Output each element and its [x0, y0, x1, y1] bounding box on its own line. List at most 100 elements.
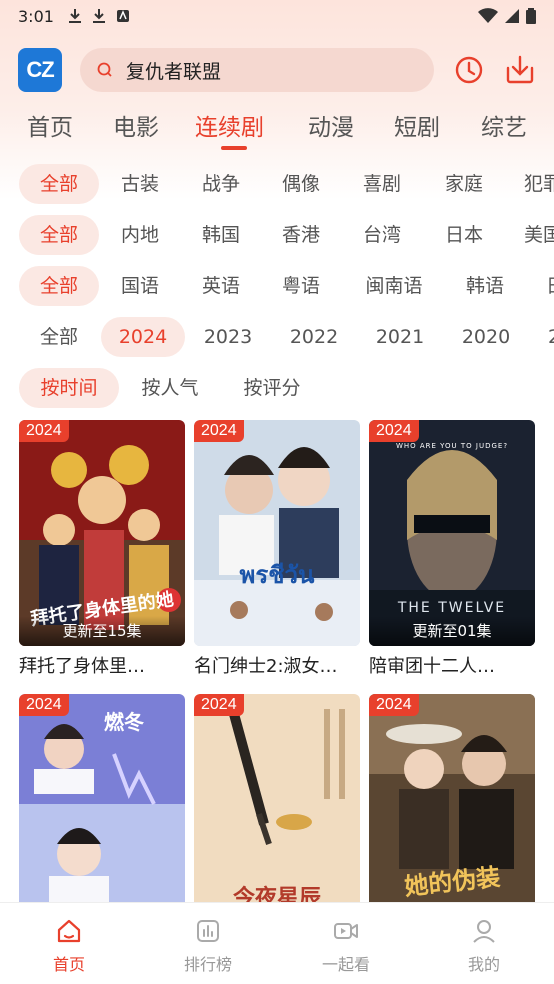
sort-filter-row: 按时间 按人气 按评分	[0, 368, 554, 408]
year-chip[interactable]: 2022	[282, 317, 346, 357]
tab-series[interactable]: 连续剧	[195, 108, 264, 142]
region-chip[interactable]: 全部	[19, 215, 99, 255]
series-title[interactable]: 拜托了身体里…	[19, 652, 185, 678]
tab-home[interactable]: 首页	[27, 108, 73, 142]
download-notification-icon	[68, 9, 81, 23]
year-filter-row: 全部 2024 2023 2022 2021 2020 2	[0, 317, 554, 357]
poster[interactable]: พรชีวัน 2024	[194, 420, 360, 646]
tab-movies[interactable]: 电影	[113, 108, 159, 142]
nav-ranking-label: 排行榜	[183, 955, 232, 974]
home-icon	[57, 919, 81, 943]
status-bar: 3:01	[0, 0, 554, 32]
poster-title: พรชีวัน	[239, 561, 315, 589]
system-icons	[478, 8, 536, 24]
search-bar[interactable]: 复仇者联盟	[80, 48, 434, 92]
category-tabs: 首页 电影 连续剧 动漫 短剧 综艺	[0, 104, 554, 154]
series-card[interactable]: 拜托了身体里的她 2024 更新至15集 拜托了身体里…	[19, 420, 185, 678]
series-card[interactable]: 今夜星辰 2024	[194, 694, 360, 920]
region-chip[interactable]: 台湾	[352, 215, 412, 255]
battery-icon	[526, 8, 536, 24]
poster[interactable]: 燃冬 2024	[19, 694, 185, 920]
nav-home[interactable]: 首页	[19, 917, 119, 975]
genre-chip[interactable]: 战争	[191, 164, 251, 204]
year-badge: 2024	[194, 694, 244, 716]
language-chip[interactable]: 韩语	[455, 266, 515, 306]
genre-filter-row: 全部 古装 战争 偶像 喜剧 家庭 犯罪	[0, 164, 554, 204]
region-chip[interactable]: 美国	[515, 215, 554, 255]
series-card[interactable]: 她的伪装 2024	[369, 694, 535, 920]
region-chip[interactable]: 内地	[110, 215, 170, 255]
series-card[interactable]: 燃冬 2024	[19, 694, 185, 920]
year-badge: 2024	[369, 694, 419, 716]
notification-icons	[68, 8, 130, 24]
poster-tagline: WHO ARE YOU TO JUDGE?	[395, 442, 509, 450]
poster[interactable]: 拜托了身体里的她 2024 更新至15集	[19, 420, 185, 646]
genre-chip[interactable]: 全部	[19, 164, 99, 204]
nav-ranking[interactable]: 排行榜	[158, 917, 258, 975]
search-icon	[97, 62, 112, 77]
series-card[interactable]: WHO ARE YOU TO JUDGE? THE TWELVE 2024 更新…	[369, 420, 535, 678]
app-notification-icon	[116, 10, 129, 22]
language-chip[interactable]: 日	[536, 266, 554, 306]
genre-chip[interactable]: 家庭	[434, 164, 494, 204]
active-tab-indicator	[221, 146, 247, 150]
history-icon[interactable]	[454, 55, 484, 85]
region-chip[interactable]: 日本	[434, 215, 494, 255]
bottom-navigation: 首页 排行榜 一起看 我的	[0, 902, 554, 984]
year-chip[interactable]: 全部	[19, 317, 99, 357]
genre-chip[interactable]: 偶像	[271, 164, 331, 204]
language-chip[interactable]: 国语	[110, 266, 170, 306]
sort-chip[interactable]: 按评分	[232, 368, 312, 408]
poster-title: 燃冬	[104, 710, 144, 734]
poster-title: THE TWELVE	[397, 600, 507, 616]
nav-watch-together[interactable]: 一起看	[296, 917, 396, 975]
video-icon	[334, 923, 358, 939]
download-icon[interactable]	[504, 54, 536, 86]
app-logo[interactable]: CZ	[18, 48, 62, 92]
search-input[interactable]: 复仇者联盟	[126, 57, 221, 84]
series-title[interactable]: 陪审团十二人…	[369, 652, 535, 678]
year-badge: 2024	[19, 694, 69, 716]
nav-profile-label: 我的	[467, 955, 500, 974]
year-chip[interactable]: 2020	[454, 317, 518, 357]
chart-icon	[197, 920, 219, 942]
year-chip[interactable]: 2023	[196, 317, 260, 357]
poster[interactable]: 她的伪装 2024	[369, 694, 535, 920]
tab-variety[interactable]: 综艺	[481, 108, 527, 142]
language-chip[interactable]: 闽南语	[352, 266, 436, 306]
poster[interactable]: WHO ARE YOU TO JUDGE? THE TWELVE 2024 更新…	[369, 420, 535, 646]
nav-home-label: 首页	[52, 955, 85, 974]
language-chip[interactable]: 全部	[19, 266, 99, 306]
genre-chip[interactable]: 古装	[110, 164, 170, 204]
year-badge: 2024	[194, 420, 244, 442]
language-filter-row: 全部 国语 英语 粤语 闽南语 韩语 日	[0, 266, 554, 306]
status-time: 3:01	[18, 6, 54, 26]
poster[interactable]: 今夜星辰 2024	[194, 694, 360, 920]
series-title[interactable]: 名门绅士2:淑女…	[194, 652, 360, 678]
nav-watch-together-label: 一起看	[321, 955, 370, 974]
episode-status: 更新至01集	[369, 616, 535, 646]
app-header: CZ 复仇者联盟	[0, 44, 554, 96]
series-card[interactable]: พรชีวัน 2024 名门绅士2:淑女…	[194, 420, 360, 678]
language-chip[interactable]: 粤语	[271, 266, 331, 306]
download-notification-icon	[92, 9, 105, 23]
tab-short-drama[interactable]: 短剧	[394, 108, 440, 142]
region-chip[interactable]: 香港	[271, 215, 331, 255]
genre-chip[interactable]: 喜剧	[352, 164, 412, 204]
sort-chip[interactable]: 按时间	[19, 368, 119, 408]
user-icon	[473, 920, 495, 943]
nav-profile[interactable]: 我的	[434, 917, 534, 975]
year-badge: 2024	[19, 420, 69, 442]
genre-chip[interactable]: 犯罪	[515, 164, 554, 204]
tab-anime[interactable]: 动漫	[308, 108, 354, 142]
region-chip[interactable]: 韩国	[191, 215, 251, 255]
year-chip[interactable]: 2	[540, 317, 554, 357]
year-chip[interactable]: 2021	[368, 317, 432, 357]
region-filter-row: 全部 内地 韩国 香港 台湾 日本 美国	[0, 215, 554, 255]
wifi-icon	[478, 8, 498, 23]
year-chip[interactable]: 2024	[101, 317, 185, 357]
language-chip[interactable]: 英语	[191, 266, 251, 306]
year-badge: 2024	[369, 420, 419, 442]
sort-chip[interactable]: 按人气	[130, 368, 210, 408]
signal-icon	[505, 9, 519, 23]
